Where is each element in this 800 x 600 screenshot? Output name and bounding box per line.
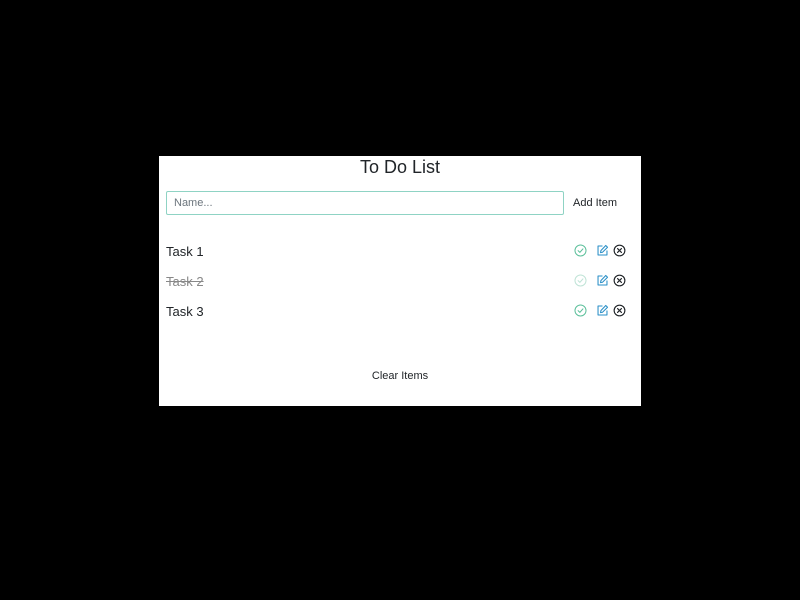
add-item-button[interactable]: Add Item xyxy=(569,195,621,211)
check-circle-icon[interactable] xyxy=(573,273,587,287)
check-circle-icon[interactable] xyxy=(573,243,587,257)
clear-items-button[interactable]: Clear Items xyxy=(159,370,641,382)
item-actions xyxy=(573,273,626,287)
item-label: Task 3 xyxy=(166,304,204,319)
item-label: Task 2 xyxy=(166,274,204,289)
edit-icon[interactable] xyxy=(595,243,609,257)
item-actions xyxy=(573,303,626,317)
x-circle-icon[interactable] xyxy=(612,303,626,317)
x-circle-icon[interactable] xyxy=(612,273,626,287)
list-item: Task 1 xyxy=(159,240,641,270)
item-actions xyxy=(573,243,626,257)
check-circle-icon[interactable] xyxy=(573,303,587,317)
list-item: Task 3 xyxy=(159,300,641,330)
edit-icon[interactable] xyxy=(595,273,609,287)
todo-card: To Do List Add Item Task 1 xyxy=(159,156,641,406)
edit-icon[interactable] xyxy=(595,303,609,317)
x-circle-icon[interactable] xyxy=(612,243,626,257)
item-name-input[interactable] xyxy=(166,191,564,215)
list-item: Task 2 xyxy=(159,270,641,300)
page-title: To Do List xyxy=(359,157,441,177)
item-label: Task 1 xyxy=(166,244,204,259)
todo-list: Task 1 Task 2 Task 3 xyxy=(159,240,641,330)
